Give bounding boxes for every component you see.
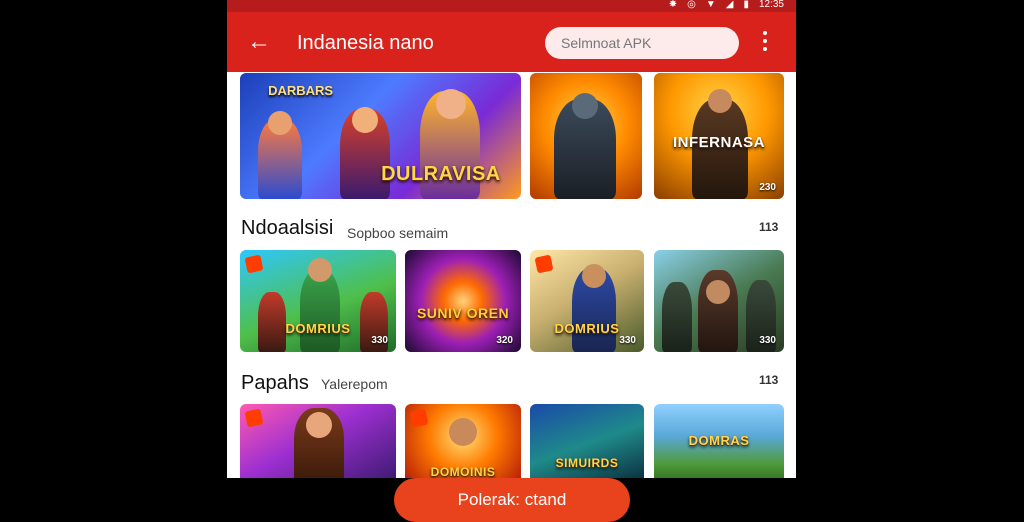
battery-icon: ▮	[743, 0, 749, 10]
search-input[interactable]: Selmnoat APK	[545, 27, 739, 59]
game-tile[interactable]: DOMRIUS 330	[240, 250, 396, 352]
badge-icon	[244, 408, 264, 428]
cta-button[interactable]: Polerak: ctand	[394, 478, 630, 522]
section-title: Papahs	[241, 372, 309, 394]
section-more-link[interactable]: 113	[759, 373, 778, 387]
featured-banner-2[interactable]	[530, 73, 642, 199]
featured-top-label: DARBARS	[268, 83, 334, 99]
tile-count: 330	[371, 335, 388, 346]
tile-title: DOMRIUS	[285, 320, 351, 336]
game-tile[interactable]: SIMUIRDS	[530, 404, 644, 484]
status-time: 12:35	[758, 0, 784, 10]
badge-icon	[244, 254, 264, 274]
section-subtitle: Yalerepom	[321, 376, 388, 392]
status-bar: ✸ ◎ ▼ ◢ ▮ 12:35	[227, 0, 796, 12]
tile-title: DOMRAS	[688, 433, 750, 448]
tile-title: SUNIV OREN	[416, 305, 510, 322]
game-tile[interactable]: DOMRAS	[654, 404, 784, 484]
tile-count: 330	[619, 335, 636, 346]
game-tile[interactable]: 330	[654, 250, 784, 352]
featured-banner-1[interactable]: DARBARS DULRAVISA	[240, 73, 521, 199]
tile-count: 230	[759, 182, 776, 193]
section-title: Ndoaalsisi	[241, 217, 334, 239]
game-tile[interactable]: DOMOINIS	[405, 404, 521, 484]
arrow-left-icon[interactable]: ←	[245, 28, 273, 56]
tile-title: SIMUIRDS	[555, 455, 619, 470]
tile-count: 320	[496, 335, 513, 346]
badge-icon	[534, 254, 554, 274]
game-tile[interactable]: SUNIV OREN 320	[405, 250, 521, 352]
more-vert-icon[interactable]	[758, 26, 772, 56]
wifi-icon: ▼	[705, 0, 716, 10]
section-subtitle: Sopboo semaim	[347, 225, 449, 241]
game-tile[interactable]: DOMRIUS 330	[530, 250, 644, 352]
phone-screen: ✸ ◎ ▼ ◢ ▮ 12:35 ← Indanesia nano Selmnoa…	[227, 0, 796, 512]
section-more-link[interactable]: 113	[759, 220, 778, 234]
tile-title: DULRAVISA	[381, 163, 501, 186]
badge-icon	[409, 408, 429, 428]
notification-icon: ✸	[668, 0, 678, 10]
signal-icon: ◢	[725, 0, 734, 10]
featured-banner-3[interactable]: INFERNASA 230	[654, 73, 784, 199]
app-bar: ← Indanesia nano Selmnoat APK	[227, 12, 796, 72]
app-title: Indanesia nano	[297, 32, 434, 54]
tile-title: DOMRIUS	[554, 320, 620, 336]
tile-count: 330	[759, 335, 776, 346]
game-tile[interactable]	[240, 404, 396, 484]
tile-title: INFERNASA	[672, 134, 765, 152]
alarm-icon: ◎	[687, 0, 696, 10]
